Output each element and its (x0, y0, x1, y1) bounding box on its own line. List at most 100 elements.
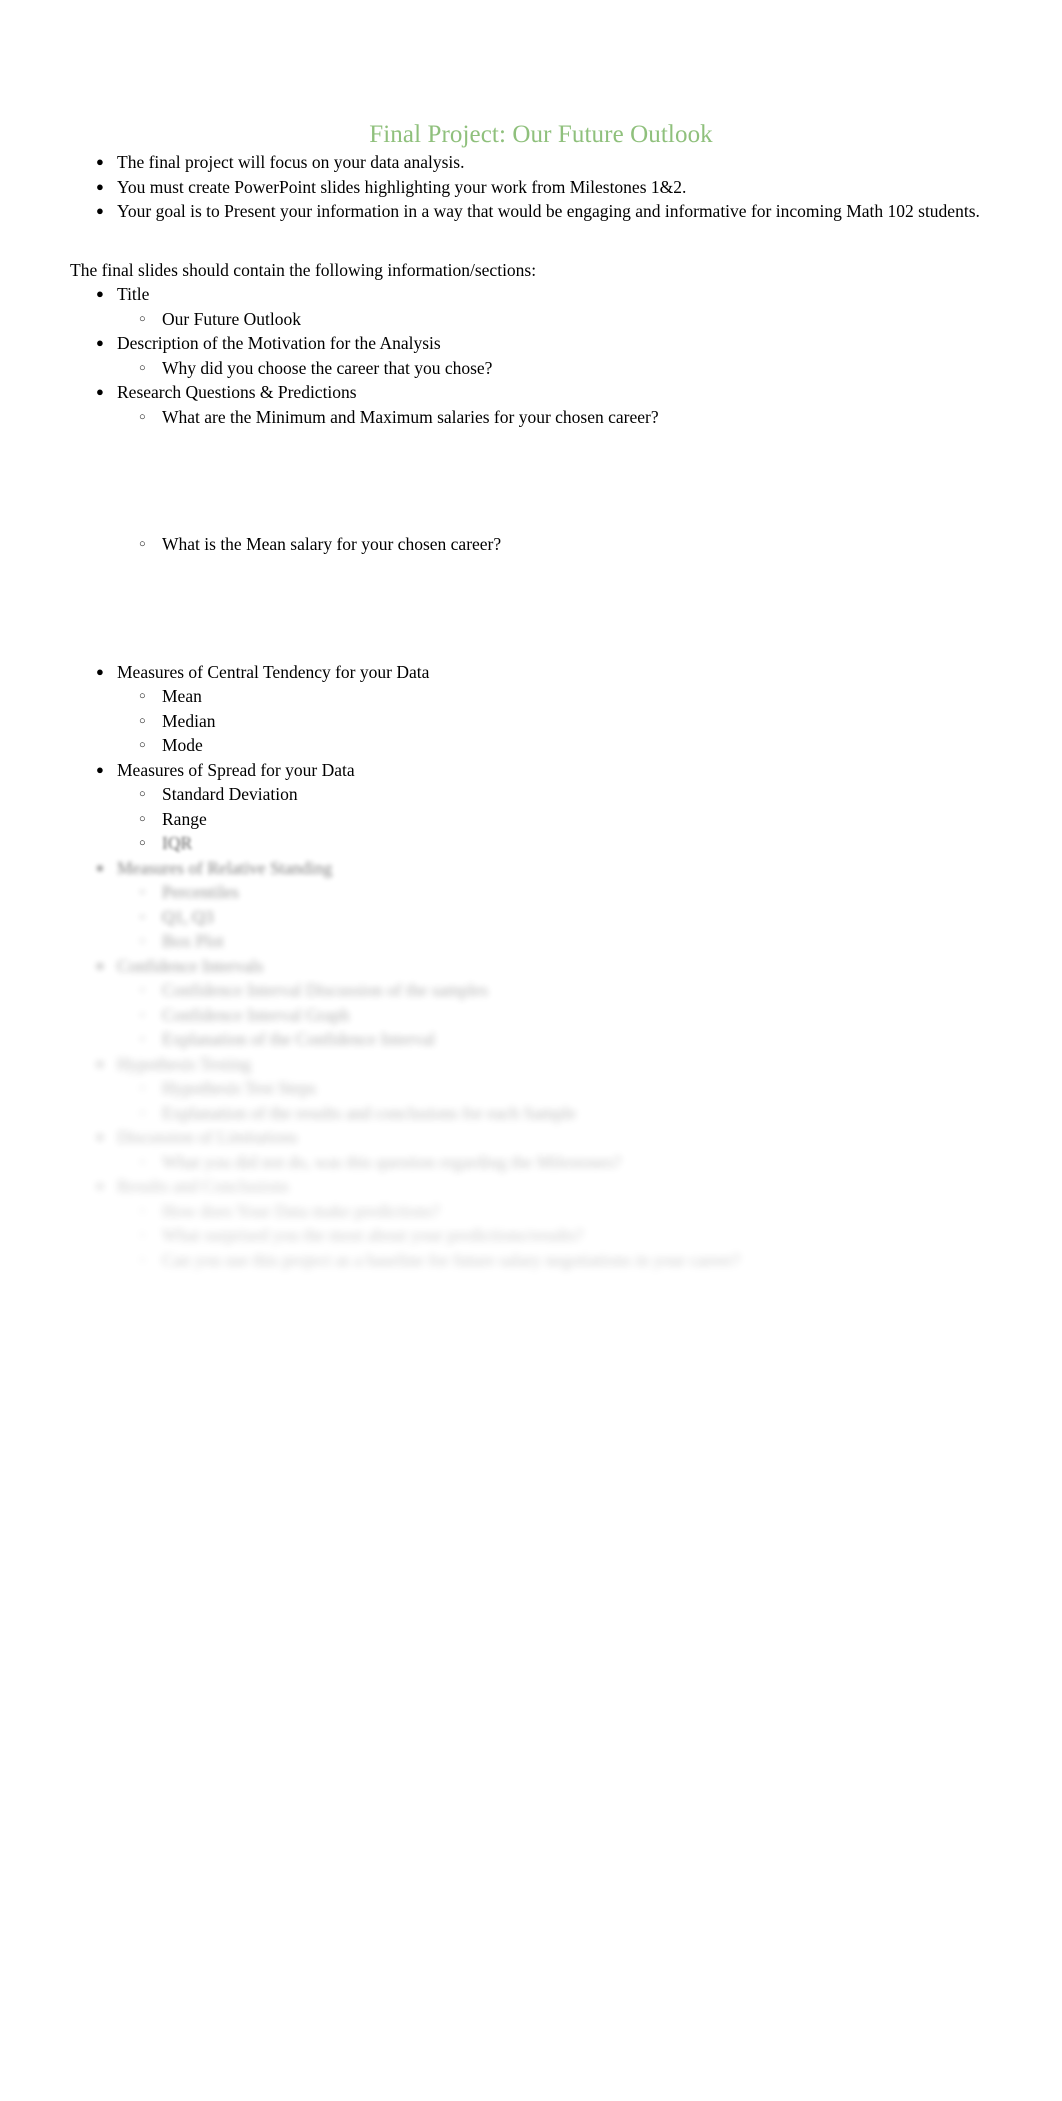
sub-list: ○ What are the Minimum and Maximum salar… (117, 405, 1012, 660)
sub-list-item: ○ IQR (117, 831, 1012, 856)
figure-placeholder-gap (117, 557, 1062, 660)
list-item-label: Your goal is to Present your information… (117, 201, 980, 221)
sub-list-item: ○ Explanation of the results and conclus… (117, 1101, 1012, 1126)
bullet-filled-icon: ● (96, 663, 104, 679)
sub-list-item: ○ Confidence Interval Discussion of the … (117, 978, 1012, 1003)
sub-list-item: ○ Can you use this project as a baseline… (117, 1248, 1012, 1273)
sub-list: ○ Percentiles ○ Q1, Q3 ○ Box Plot (117, 880, 1012, 954)
section-item-motivation: ● Description of the Motivation for the … (0, 331, 1062, 380)
bullet-hollow-icon: ○ (139, 1155, 146, 1168)
bullet-hollow-icon: ○ (139, 1204, 146, 1217)
bullet-filled-icon: ● (96, 957, 104, 973)
section-item-spread: ● Measures of Spread for your Data ○ Sta… (0, 758, 1062, 856)
section-label: Measures of Relative Standing (117, 857, 333, 878)
section-label: Measures of Spread for your Data (117, 759, 355, 780)
sub-list: ○ Hypothesis Test Steps ○ Explanation of… (117, 1076, 1012, 1125)
document-body: Final Project: Our Future Outlook ● The … (0, 0, 1062, 1272)
sub-list: ○ Our Future Outlook (117, 307, 1012, 332)
figure-placeholder-gap (117, 429, 1062, 532)
bullet-hollow-icon: ○ (139, 1008, 146, 1021)
sub-item-label: Range (162, 808, 207, 829)
sub-list-item: ○ What surprised you the most about your… (117, 1223, 1012, 1248)
sub-list: ○ Standard Deviation ○ Range ○ IQR (117, 782, 1012, 856)
section-item-confidence-intervals: ● Confidence Intervals ○ Confidence Inte… (0, 954, 1062, 1052)
section-item-limitations: ● Discussion of Limitations ○ What you d… (0, 1125, 1062, 1174)
bullet-hollow-icon: ○ (139, 410, 146, 423)
bullet-hollow-icon: ○ (139, 1082, 146, 1094)
sub-list-item: ○ Hypothesis Test Steps (117, 1076, 1012, 1101)
bullet-hollow-icon: ○ (139, 739, 146, 751)
section-label: Discussion of Limitations (117, 1127, 298, 1147)
bullet-hollow-icon: ○ (139, 935, 146, 947)
bullet-hollow-icon: ○ (139, 312, 146, 325)
sub-list-item: ○ Range (117, 807, 1012, 832)
bullet-hollow-icon: ○ (139, 1253, 146, 1266)
document-page: Final Project: Our Future Outlook ● The … (0, 0, 1062, 2101)
sub-list-item: ○ Mean (117, 684, 1012, 709)
sub-item-label: Confidence Interval Graph (162, 1004, 350, 1025)
sub-item-label: Confidence Interval Discussion of the sa… (162, 980, 489, 1000)
sub-list-item: ○ What are the Minimum and Maximum salar… (117, 405, 1012, 430)
list-item-label: The final project will focus on your dat… (117, 152, 465, 172)
section-item-central-tendency: ● Measures of Central Tendency for your … (0, 660, 1062, 758)
bullet-hollow-icon: ○ (139, 1033, 146, 1045)
sub-item-label: Mode (162, 735, 203, 755)
bullet-filled-icon: ● (96, 384, 104, 399)
sub-list-item: ○ What you did not do, was this question… (117, 1150, 1012, 1175)
bullet-filled-icon: ● (96, 335, 104, 350)
sub-item-label: What are the Minimum and Maximum salarie… (162, 406, 659, 427)
bullet-hollow-icon: ○ (139, 714, 146, 727)
sub-item-label: Q1, Q3 (162, 906, 214, 927)
sub-item-label: IQR (162, 833, 193, 853)
sub-item-label: Box Plot (162, 931, 224, 951)
section-label: Results and Conclusions (117, 1176, 290, 1196)
sub-item-label: Median (162, 710, 216, 731)
sub-item-label: Why did you choose the career that you c… (162, 357, 493, 378)
bullet-filled-icon: ● (96, 859, 104, 875)
list-item-label: You must create PowerPoint slides highli… (117, 176, 687, 197)
bullet-hollow-icon: ○ (139, 1229, 146, 1241)
sub-list: ○ Mean ○ Median ○ Mode (117, 684, 1012, 758)
sub-item-label: What is the Mean salary for your chosen … (162, 534, 502, 554)
sub-list-item: ○ How does Your Data make predictions? (117, 1199, 1012, 1224)
bullet-hollow-icon: ○ (139, 361, 146, 374)
bullet-filled-icon: ● (96, 203, 104, 218)
bullet-filled-icon: ● (96, 1129, 104, 1144)
bullet-hollow-icon: ○ (139, 984, 146, 996)
sub-item-label: Explanation of the results and conclusio… (162, 1102, 577, 1123)
bullet-hollow-icon: ○ (139, 812, 146, 825)
bullet-hollow-icon: ○ (139, 538, 146, 550)
sub-list-item: ○ Percentiles (117, 880, 1012, 905)
sub-list-item: ○ Why did you choose the career that you… (117, 356, 1012, 381)
list-item: ● Your goal is to Present your informati… (0, 199, 1062, 224)
sub-item-label: Can you use this project as a baseline f… (162, 1249, 741, 1270)
bullet-filled-icon: ● (96, 1178, 104, 1193)
lead-in-paragraph: The final slides should contain the foll… (70, 259, 537, 280)
sub-item-label: What surprised you the most about your p… (162, 1225, 584, 1245)
sub-list: ○ How does Your Data make predictions? ○… (117, 1199, 1012, 1273)
bullet-filled-icon: ● (96, 1055, 104, 1071)
bullet-hollow-icon: ○ (139, 910, 146, 923)
sub-list-item: ○ Box Plot (117, 929, 1012, 954)
bullet-hollow-icon: ○ (139, 788, 146, 800)
section-item-relative-standing: ● Measures of Relative Standing ○ Percen… (0, 856, 1062, 954)
bullet-hollow-icon: ○ (139, 837, 146, 849)
section-item-results-conclusions: ● Results and Conclusions ○ How does You… (0, 1174, 1062, 1272)
section-label: Measures of Central Tendency for your Da… (117, 661, 430, 682)
sub-list: ○ Why did you choose the career that you… (117, 356, 1012, 381)
section-label: Hypothesis Testing (117, 1053, 252, 1074)
sub-list-item: ○ Mode (117, 733, 1012, 758)
intro-bullet-list: ● The final project will focus on your d… (0, 150, 1062, 224)
section-item-hypothesis-testing: ● Hypothesis Testing ○ Hypothesis Test S… (0, 1052, 1062, 1126)
sub-list-item: ○ What is the Mean salary for your chose… (117, 532, 1012, 557)
bullet-filled-icon: ● (96, 154, 104, 169)
list-item: ● You must create PowerPoint slides high… (0, 175, 1062, 200)
sub-item-label: Mean (162, 686, 202, 706)
sub-list-item: ○ Q1, Q3 (117, 905, 1012, 930)
sub-list: ○ What you did not do, was this question… (117, 1150, 1012, 1175)
sub-list: ○ Confidence Interval Discussion of the … (117, 978, 1012, 1052)
bullet-filled-icon: ● (96, 286, 104, 301)
bullet-hollow-icon: ○ (139, 886, 146, 898)
bullet-hollow-icon: ○ (139, 690, 146, 702)
page-title: Final Project: Our Future Outlook (369, 121, 713, 148)
